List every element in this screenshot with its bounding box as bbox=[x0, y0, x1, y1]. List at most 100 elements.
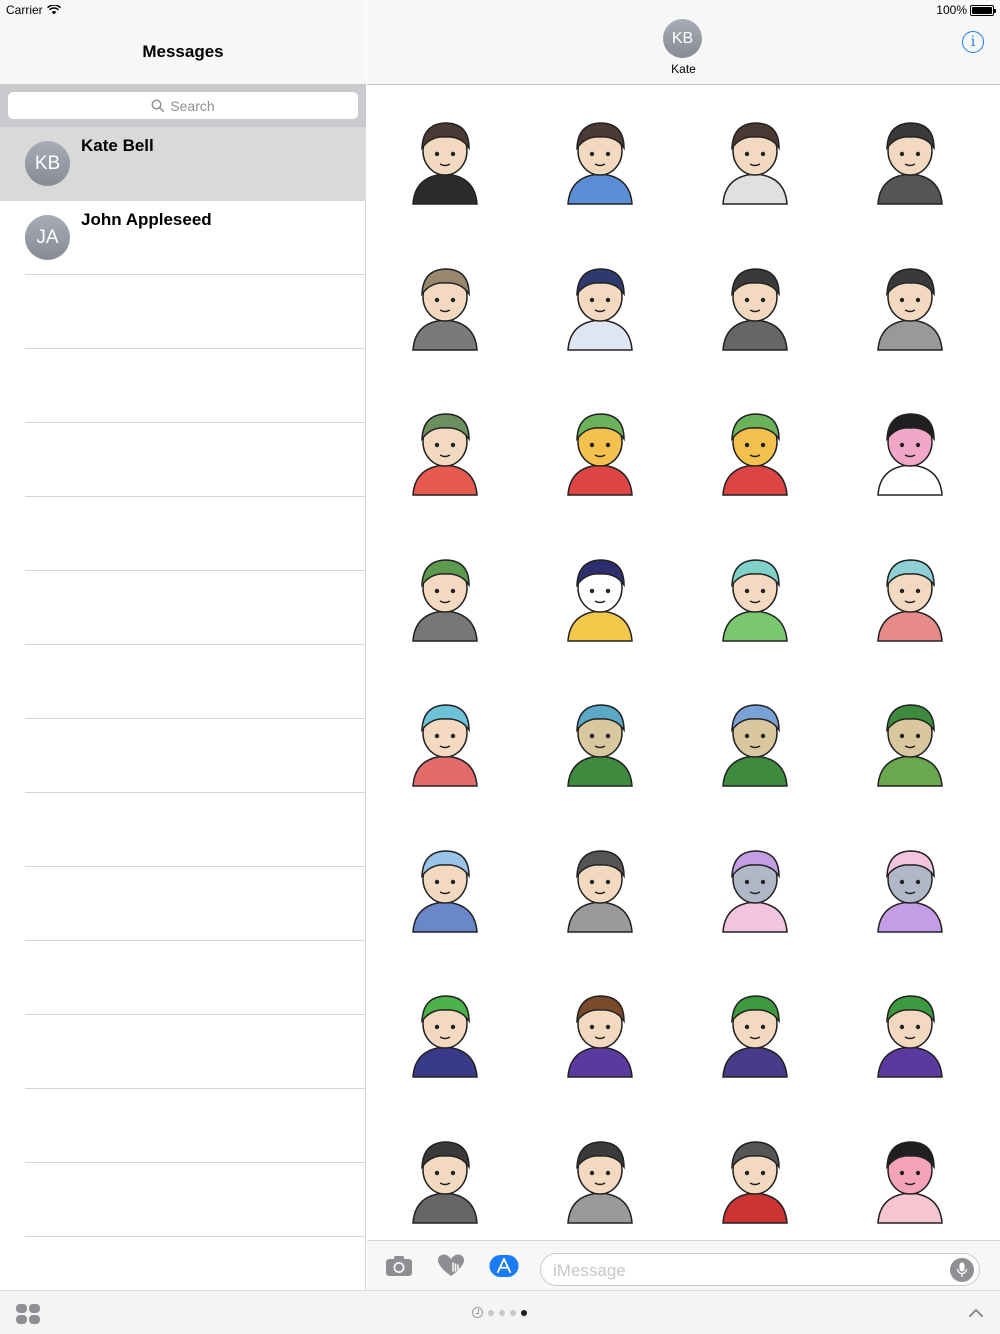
sticker-boy-green-monster[interactable] bbox=[395, 979, 495, 1079]
sticker-boy-lying-star-2[interactable] bbox=[395, 1125, 495, 1225]
sticker-broken-heart[interactable] bbox=[860, 397, 960, 497]
search-placeholder: Search bbox=[170, 97, 215, 114]
empty-row bbox=[25, 1089, 366, 1163]
empty-row bbox=[25, 867, 366, 941]
sticker-boy-forest-ghost[interactable] bbox=[395, 543, 495, 643]
page-dot[interactable] bbox=[510, 1309, 516, 1316]
microphone-icon[interactable] bbox=[950, 1258, 974, 1282]
sticker-image bbox=[412, 267, 478, 351]
sticker-image bbox=[722, 413, 788, 496]
empty-row bbox=[25, 793, 366, 867]
contact-name: Kate Bell bbox=[81, 136, 154, 155]
sticker-boy-crying[interactable] bbox=[550, 252, 650, 352]
sidebar-title: Messages bbox=[142, 42, 224, 61]
sticker-boy-sad-sitting[interactable] bbox=[550, 834, 650, 934]
sticker-image bbox=[412, 558, 478, 642]
page-indicator[interactable] bbox=[472, 1307, 527, 1318]
sticker-boy-money-flying[interactable] bbox=[860, 979, 960, 1079]
battery-icon bbox=[970, 4, 996, 16]
sticker-boy-ok[interactable] bbox=[550, 106, 650, 206]
sticker-couple-kiss[interactable] bbox=[395, 397, 495, 497]
app-store-icon[interactable] bbox=[489, 1253, 519, 1279]
page-dot[interactable] bbox=[488, 1309, 494, 1316]
search-input[interactable]: Search bbox=[8, 92, 358, 119]
sticker-image bbox=[567, 267, 633, 351]
sticker-ghost-flower[interactable] bbox=[550, 543, 650, 643]
sticker-girl-pink-hair[interactable] bbox=[860, 1125, 960, 1225]
sticker-deer-thanks[interactable] bbox=[860, 688, 960, 788]
sticker-image bbox=[722, 849, 788, 933]
digital-touch-icon[interactable] bbox=[436, 1253, 466, 1279]
battery-info: 100% bbox=[936, 3, 996, 17]
sticker-image bbox=[722, 704, 788, 787]
sticker-robot-hand[interactable] bbox=[705, 834, 805, 934]
sticker-image bbox=[877, 704, 943, 787]
avatar: KB bbox=[25, 141, 70, 186]
chevron-up-icon[interactable] bbox=[968, 1305, 984, 1321]
conversation-kate-bell[interactable]: KB Kate Bell bbox=[0, 127, 366, 201]
message-input[interactable]: iMessage bbox=[540, 1253, 980, 1286]
sticker-boy-hey[interactable] bbox=[395, 252, 495, 352]
sticker-image bbox=[567, 413, 633, 496]
row-divider bbox=[25, 274, 366, 275]
conversation-john-appleseed[interactable]: JA John Appleseed bbox=[0, 201, 366, 275]
sticker-couple-high-five[interactable] bbox=[550, 397, 650, 497]
app-window: Carrier 100% Messages Search KB Kate Bel… bbox=[0, 0, 1000, 1334]
sticker-boy-whistle[interactable] bbox=[550, 979, 650, 1079]
sticker-image bbox=[877, 995, 943, 1078]
sticker-image bbox=[412, 849, 478, 933]
carrier-info: Carrier bbox=[6, 3, 61, 17]
recipient-avatar[interactable]: KB bbox=[663, 19, 702, 58]
sticker-image bbox=[567, 1140, 633, 1224]
sticker-boy-lying-star[interactable] bbox=[705, 252, 805, 352]
camera-icon[interactable] bbox=[384, 1253, 414, 1279]
sticker-browser bbox=[367, 86, 1000, 1240]
sticker-boy-blank-stare[interactable] bbox=[860, 252, 960, 352]
sticker-image bbox=[877, 267, 943, 351]
status-bar: Carrier 100% bbox=[0, 0, 1000, 20]
sticker-image bbox=[722, 995, 788, 1078]
sticker-boy-sparkles[interactable] bbox=[395, 106, 495, 206]
sticker-boy-dj-music[interactable] bbox=[705, 1125, 805, 1225]
empty-row bbox=[25, 423, 366, 497]
empty-row bbox=[25, 1015, 366, 1089]
sticker-boy-surprised[interactable] bbox=[705, 106, 805, 206]
sticker-girl-jumping[interactable] bbox=[395, 688, 495, 788]
sticker-deer-torch[interactable] bbox=[705, 688, 805, 788]
sticker-boy-blank-stare-2[interactable] bbox=[550, 1125, 650, 1225]
sticker-image bbox=[722, 1140, 788, 1224]
message-input-bar: iMessage bbox=[367, 1240, 1000, 1290]
sticker-image bbox=[567, 849, 633, 933]
wifi-icon bbox=[46, 5, 61, 15]
sticker-robot-hand-2[interactable] bbox=[860, 834, 960, 934]
sticker-image bbox=[412, 1140, 478, 1224]
sticker-deer-skull-fire[interactable] bbox=[550, 688, 650, 788]
sticker-grid bbox=[395, 106, 985, 1240]
conversation-list: KB Kate Bell JA John Appleseed bbox=[0, 127, 366, 1311]
sticker-girl-bunny-flying[interactable] bbox=[860, 543, 960, 643]
sticker-boy-sleeping-zzz[interactable] bbox=[860, 106, 960, 206]
sticker-boy-good-night[interactable] bbox=[395, 834, 495, 934]
message-placeholder: iMessage bbox=[553, 1261, 626, 1280]
contact-name: John Appleseed bbox=[81, 210, 212, 229]
sticker-image bbox=[567, 122, 633, 205]
sticker-image bbox=[412, 995, 478, 1078]
recents-icon[interactable] bbox=[472, 1307, 483, 1318]
page-dot-active[interactable] bbox=[521, 1309, 527, 1316]
sticker-couple-holding-hands[interactable] bbox=[705, 397, 805, 497]
search-icon bbox=[151, 99, 165, 112]
search-bar: Search bbox=[0, 85, 366, 127]
empty-row bbox=[25, 941, 366, 1015]
info-icon[interactable]: i bbox=[962, 31, 984, 53]
sticker-image bbox=[877, 849, 943, 933]
sticker-image bbox=[567, 995, 633, 1078]
sticker-image bbox=[722, 122, 788, 205]
sticker-boy-cash-thumbs-up[interactable] bbox=[705, 979, 805, 1079]
page-dot[interactable] bbox=[499, 1309, 505, 1316]
empty-row bbox=[25, 571, 366, 645]
sticker-image bbox=[412, 413, 478, 496]
sticker-image bbox=[412, 704, 478, 787]
sticker-girl-bunny-hood[interactable] bbox=[705, 543, 805, 643]
app-drawer-icon[interactable] bbox=[16, 1304, 40, 1324]
recipient-name[interactable]: Kate bbox=[367, 62, 1000, 76]
